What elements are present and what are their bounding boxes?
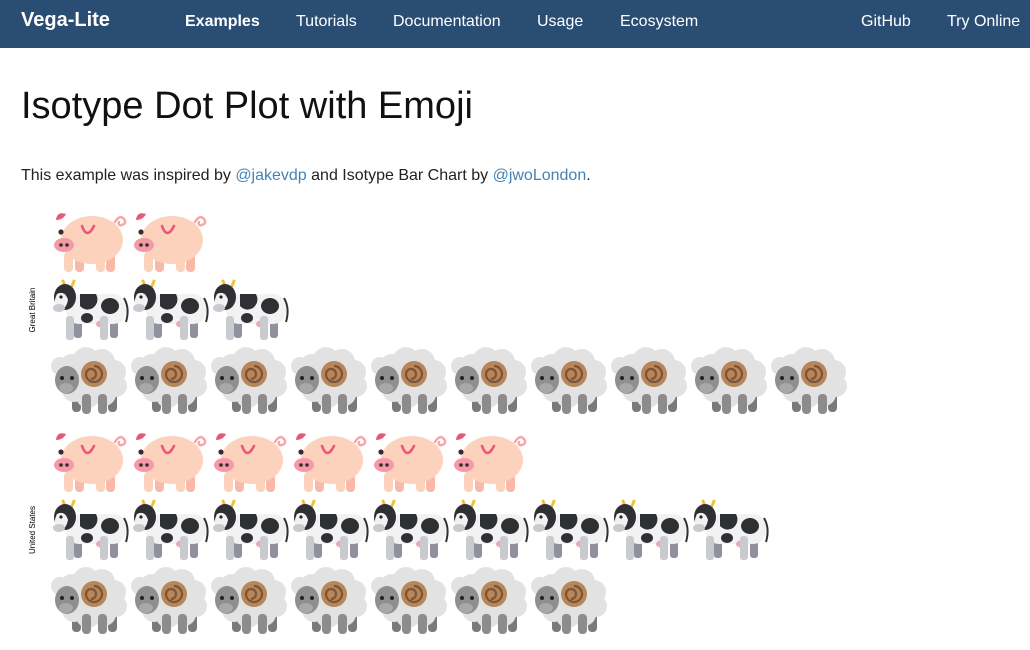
- intro-suffix: .: [586, 167, 591, 184]
- nav-ecosystem[interactable]: Ecosystem: [620, 13, 698, 31]
- sheep-icon-mark: [691, 347, 767, 414]
- cow-icon-mark: [613, 499, 689, 560]
- sheep-icon-mark: [211, 567, 287, 634]
- nav-usage[interactable]: Usage: [537, 13, 583, 31]
- sheep-icon-mark: [451, 347, 527, 414]
- intro-paragraph: This example was inspired by @jakevdp an…: [21, 167, 591, 185]
- pig-icon-mark: [54, 213, 127, 272]
- pig-icon-mark: [134, 213, 207, 272]
- cow-icon-mark: [53, 499, 129, 560]
- cow-icon-mark: [213, 499, 289, 560]
- sheep-icon-mark: [51, 567, 127, 634]
- top-navbar: Vega-Lite Examples Tutorials Documentati…: [0, 0, 1030, 48]
- nav-github[interactable]: GitHub: [861, 13, 911, 31]
- cow-icon-mark: [533, 499, 609, 560]
- cow-icon-mark: [213, 279, 289, 340]
- sheep-icon-mark: [371, 347, 447, 414]
- sheep-icon-mark: [611, 347, 687, 414]
- sheep-icon-mark: [451, 567, 527, 634]
- pig-icon-mark: [214, 433, 287, 492]
- nav-tutorials[interactable]: Tutorials: [296, 13, 357, 31]
- sheep-icon-mark: [51, 347, 127, 414]
- page-title: Isotype Dot Plot with Emoji: [21, 85, 473, 127]
- row-label-united-states: United States: [28, 506, 37, 554]
- isotype-chart: Great Britain United States: [28, 213, 847, 634]
- nav-examples[interactable]: Examples: [185, 13, 260, 31]
- sheep-icon-mark: [291, 347, 367, 414]
- sheep-icon-mark: [531, 567, 607, 634]
- pig-icon-mark: [134, 433, 207, 492]
- brand-link[interactable]: Vega-Lite: [21, 9, 110, 32]
- jakevdp-link[interactable]: @jakevdp: [235, 167, 306, 184]
- sheep-icon-mark: [211, 347, 287, 414]
- sheep-icon-mark: [371, 567, 447, 634]
- sheep-icon-mark: [531, 347, 607, 414]
- cow-icon-mark: [133, 499, 209, 560]
- jwolondon-link[interactable]: @jwoLondon: [493, 167, 587, 184]
- cow-icon-mark: [53, 279, 129, 340]
- row-label-great-britain: Great Britain: [28, 288, 37, 333]
- sheep-icon-mark: [771, 347, 847, 414]
- intro-middle: and Isotype Bar Chart by: [306, 167, 493, 184]
- sheep-icon-mark: [291, 567, 367, 634]
- nav-try-online[interactable]: Try Online: [947, 13, 1020, 31]
- pig-icon-mark: [454, 433, 527, 492]
- sheep-icon-mark: [131, 347, 207, 414]
- cow-icon-mark: [453, 499, 529, 560]
- pig-icon-mark: [374, 433, 447, 492]
- pig-icon-mark: [294, 433, 367, 492]
- cow-icon-mark: [373, 499, 449, 560]
- sheep-icon-mark: [131, 567, 207, 634]
- cow-icon-mark: [293, 499, 369, 560]
- pig-icon-mark: [54, 433, 127, 492]
- intro-prefix: This example was inspired by: [21, 167, 236, 184]
- cow-icon-mark: [133, 279, 209, 340]
- nav-documentation[interactable]: Documentation: [393, 13, 501, 31]
- cow-icon-mark: [693, 499, 769, 560]
